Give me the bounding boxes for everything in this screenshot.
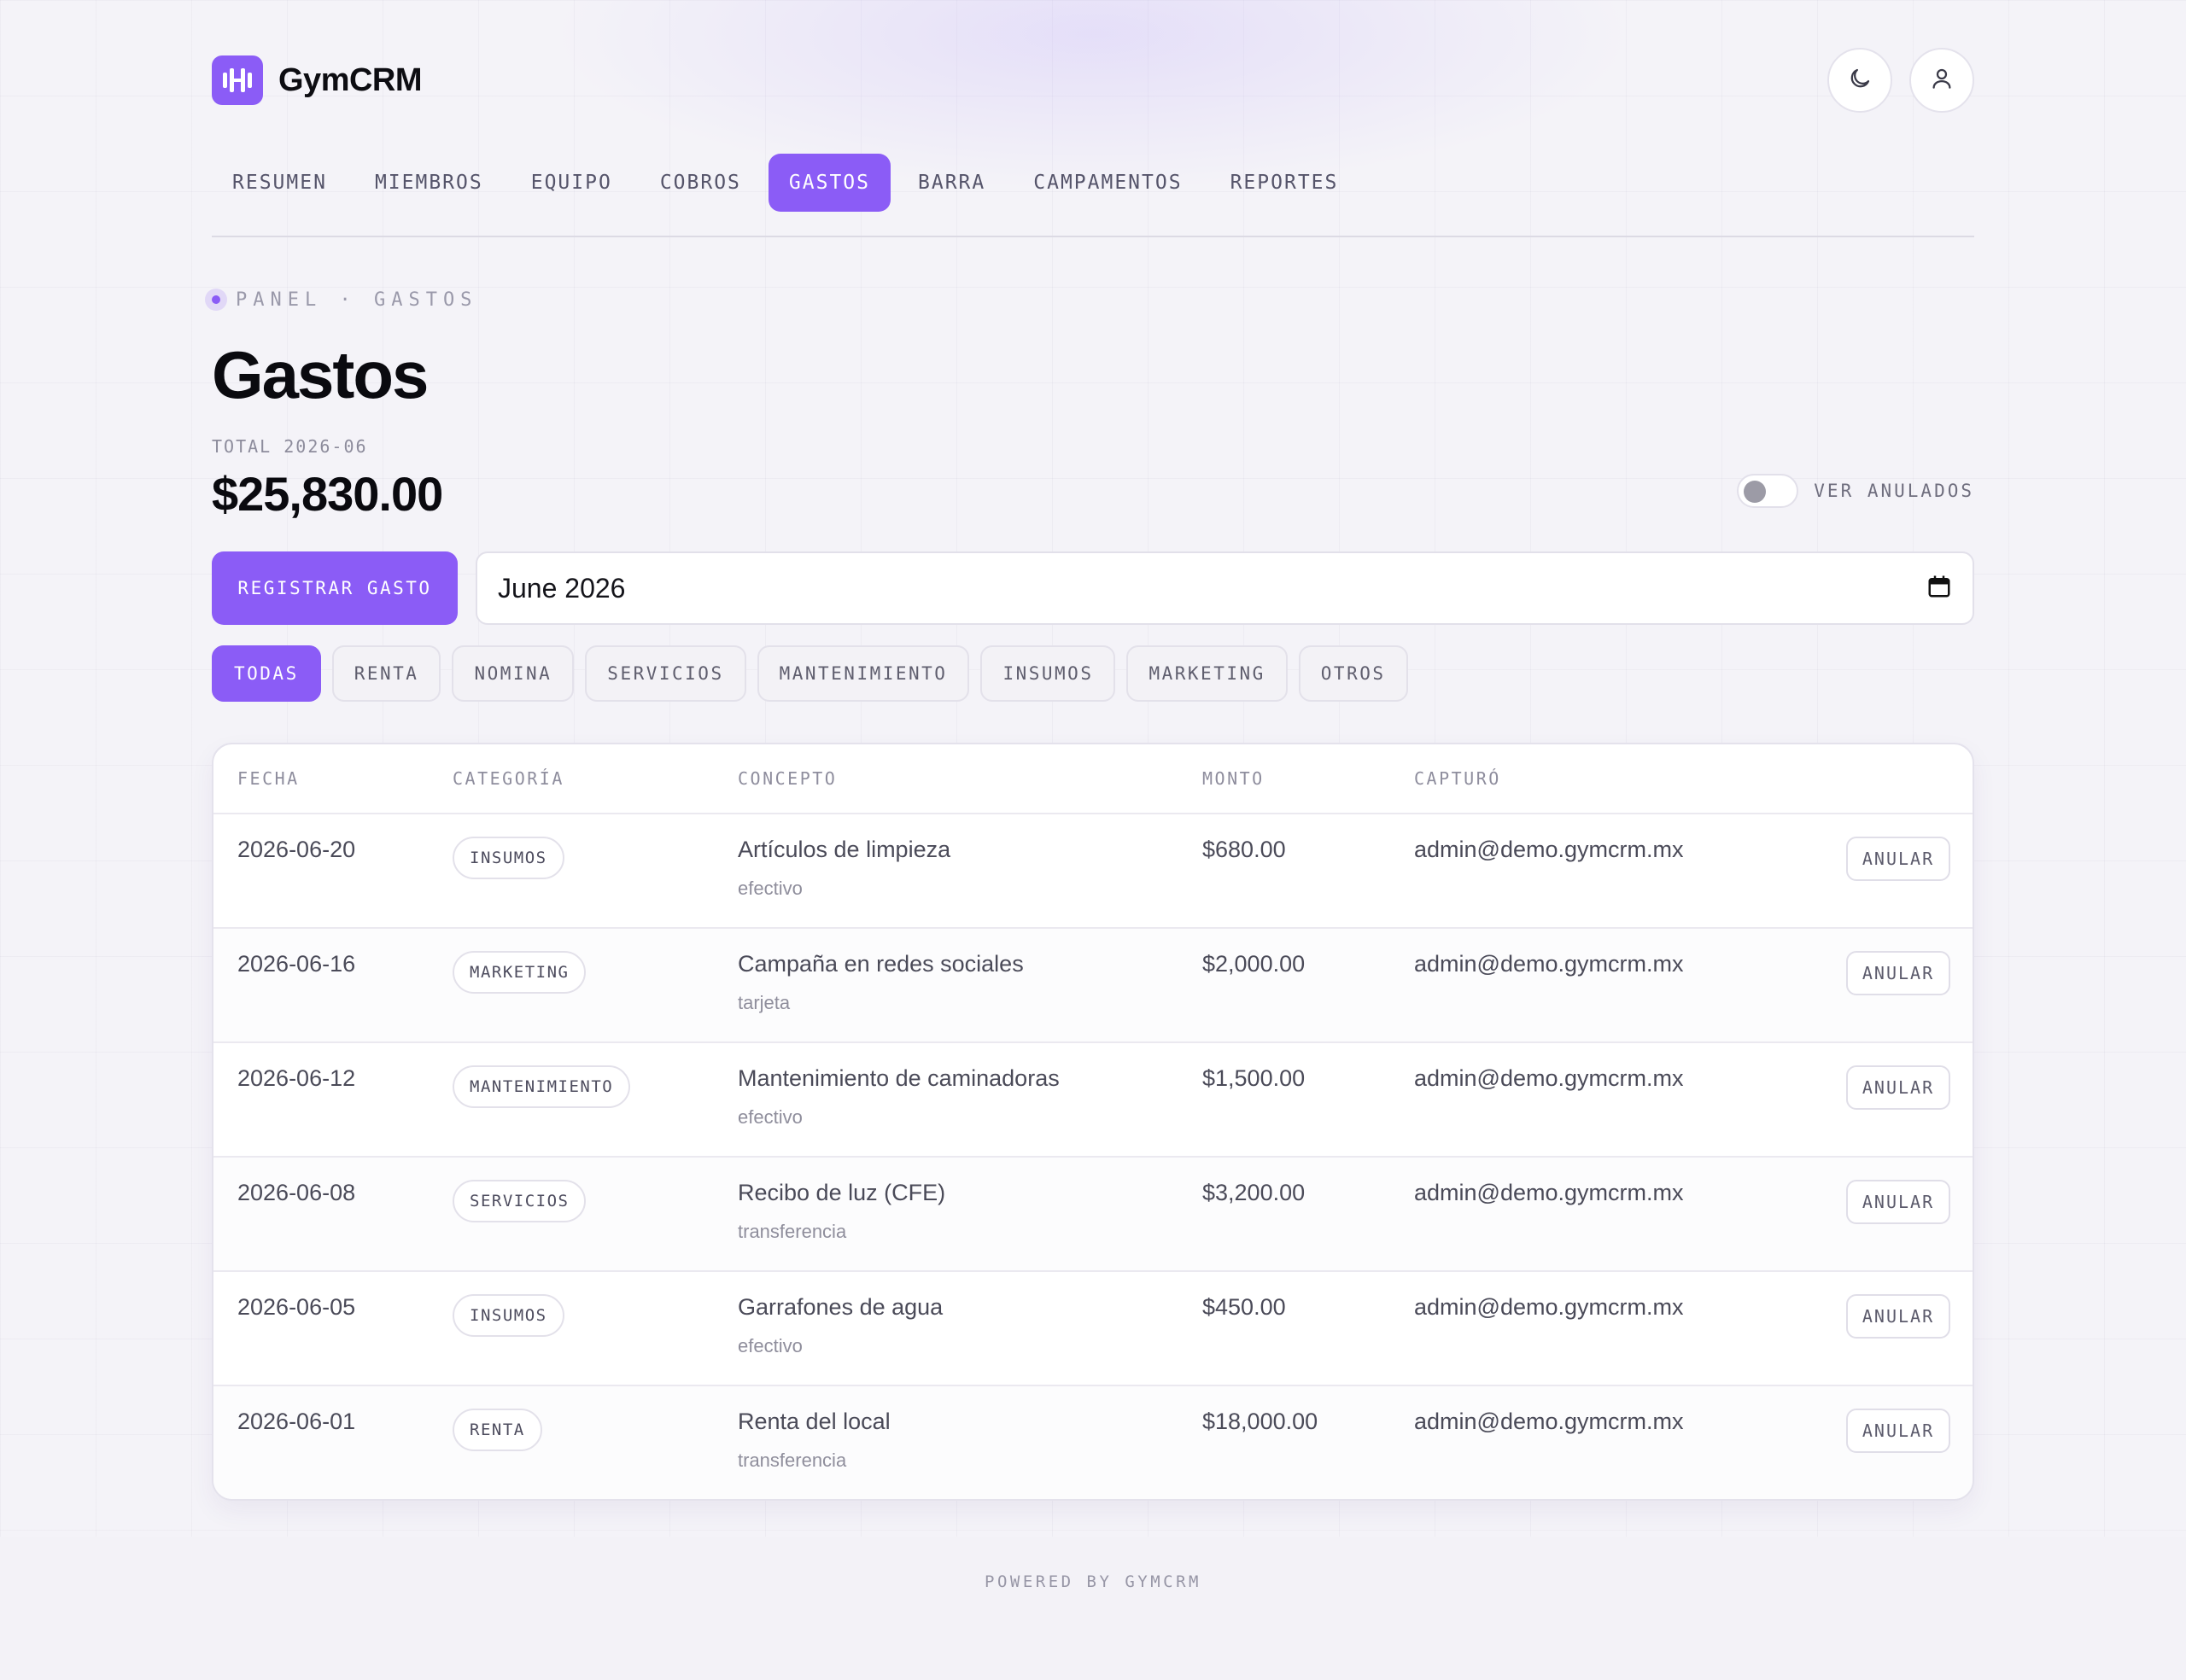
- user-icon: [1929, 66, 1955, 96]
- main-nav: RESUMEN MIEMBROS EQUIPO COBROS GASTOS BARRA CA…: [212, 154, 1359, 212]
- register-expense-button[interactable]: REGISTRAR GASTO: [212, 551, 458, 625]
- table-header: FECHA CATEGORÍA CONCEPTO MONTO CAPTURÓ: [213, 744, 1973, 814]
- row-date: 2026-06-01: [237, 1409, 356, 1434]
- nav-item-reportes[interactable]: REPORTES: [1210, 154, 1359, 212]
- void-button[interactable]: ANULAR: [1846, 837, 1950, 881]
- row-concept: Campaña en redes sociales: [738, 951, 1024, 977]
- row-category-badge: INSUMOS: [453, 837, 564, 879]
- row-captured-by: admin@demo.gymcrm.mx: [1414, 837, 1684, 862]
- void-button[interactable]: ANULAR: [1846, 951, 1950, 995]
- void-button[interactable]: ANULAR: [1846, 1294, 1950, 1339]
- row-payment-method: efectivo: [738, 1335, 803, 1356]
- filter-chip-mantenimiento[interactable]: MANTENIMIENTO: [757, 645, 970, 702]
- row-concept: Renta del local: [738, 1409, 891, 1434]
- total-value: $25,830.00: [212, 467, 443, 521]
- row-concept: Mantenimiento de caminadoras: [738, 1065, 1060, 1091]
- nav-item-equipo[interactable]: EQUIPO: [511, 154, 633, 212]
- row-category-badge: SERVICIOS: [453, 1180, 587, 1222]
- row-amount: $1,500.00: [1202, 1065, 1306, 1091]
- table-row: 2026-06-16 MARKETING Campaña en redes soci…: [213, 929, 1973, 1043]
- calendar-icon[interactable]: [1926, 574, 1952, 604]
- dumbbell-icon: [212, 55, 263, 105]
- month-input-value: June 2026: [498, 572, 626, 604]
- row-payment-method: transferencia: [738, 1450, 847, 1471]
- table-row: 2026-06-01 RENTA Renta del local transferen…: [213, 1386, 1973, 1499]
- row-date: 2026-06-16: [237, 951, 356, 977]
- row-captured-by: admin@demo.gymcrm.mx: [1414, 1180, 1684, 1205]
- breadcrumb: PANEL · GASTOS: [205, 289, 477, 311]
- row-payment-method: efectivo: [738, 878, 803, 899]
- row-amount: $2,000.00: [1202, 951, 1306, 977]
- row-date: 2026-06-20: [237, 837, 356, 862]
- nav-divider: [212, 236, 1974, 237]
- profile-button[interactable]: [1909, 48, 1974, 113]
- void-button[interactable]: ANULAR: [1846, 1409, 1950, 1453]
- row-captured-by: admin@demo.gymcrm.mx: [1414, 951, 1684, 977]
- filter-chip-insumos[interactable]: INSUMOS: [980, 645, 1116, 702]
- row-category-badge: INSUMOS: [453, 1294, 564, 1337]
- row-date: 2026-06-05: [237, 1294, 356, 1320]
- breadcrumb-text: PANEL · GASTOS: [236, 289, 478, 311]
- row-concept: Artículos de limpieza: [738, 837, 951, 862]
- filter-chip-marketing[interactable]: MARKETING: [1126, 645, 1288, 702]
- nav-item-barra[interactable]: BARRA: [897, 154, 1006, 212]
- filter-chip-nomina[interactable]: NOMINA: [452, 645, 575, 702]
- filter-chip-servicios[interactable]: SERVICIOS: [585, 645, 746, 702]
- void-button[interactable]: ANULAR: [1846, 1180, 1950, 1224]
- column-header-date: FECHA: [237, 768, 300, 789]
- row-date: 2026-06-12: [237, 1065, 356, 1091]
- footer-text: POWERED BY GYMCRM: [985, 1572, 1201, 1591]
- filter-chip-renta[interactable]: RENTA: [331, 645, 441, 702]
- show-voided-control: VER ANULADOS: [1737, 474, 1974, 508]
- row-amount: $450.00: [1202, 1294, 1286, 1320]
- row-category-badge: MANTENIMIENTO: [453, 1065, 631, 1108]
- breadcrumb-dot-icon: [205, 289, 227, 311]
- row-category-badge: RENTA: [453, 1409, 542, 1451]
- table-row: 2026-06-08 SERVICIOS Recibo de luz (CFE) tr…: [213, 1158, 1973, 1272]
- row-date: 2026-06-08: [237, 1180, 356, 1205]
- column-header-captured-by: CAPTURÓ: [1414, 768, 1501, 789]
- table-row: 2026-06-12 MANTENIMIENTO Mantenimiento de …: [213, 1043, 1973, 1158]
- page-title: Gastos: [212, 337, 429, 412]
- show-voided-toggle[interactable]: [1737, 474, 1799, 508]
- row-captured-by: admin@demo.gymcrm.mx: [1414, 1065, 1684, 1091]
- column-header-amount: MONTO: [1202, 768, 1265, 789]
- nav-item-campamentos[interactable]: CAMPAMENTOS: [1013, 154, 1202, 212]
- row-payment-method: tarjeta: [738, 992, 791, 1013]
- row-captured-by: admin@demo.gymcrm.mx: [1414, 1294, 1684, 1320]
- show-voided-label: VER ANULADOS: [1814, 481, 1974, 501]
- nav-item-miembros[interactable]: MIEMBROS: [354, 154, 504, 212]
- total-label: TOTAL 2026-06: [212, 436, 368, 457]
- brand-logo[interactable]: GymCRM: [212, 55, 423, 105]
- moon-icon: [1847, 66, 1873, 96]
- expenses-table: FECHA CATEGORÍA CONCEPTO MONTO CAPTURÓ 2…: [212, 743, 1974, 1501]
- filter-chip-todas[interactable]: TODAS: [212, 645, 321, 702]
- table-row: 2026-06-05 INSUMOS Garrafones de agua efect…: [213, 1272, 1973, 1386]
- row-captured-by: admin@demo.gymcrm.mx: [1414, 1409, 1684, 1434]
- category-filters: TODAS RENTA NOMINA SERVICIOS MANTENIMIENTO IN…: [212, 645, 1408, 702]
- column-header-category: CATEGORÍA: [453, 768, 564, 789]
- brand-name: GymCRM: [278, 61, 423, 98]
- void-button[interactable]: ANULAR: [1846, 1065, 1950, 1110]
- nav-item-cobros[interactable]: COBROS: [640, 154, 762, 212]
- row-amount: $680.00: [1202, 837, 1286, 862]
- row-concept: Recibo de luz (CFE): [738, 1180, 946, 1205]
- row-category-badge: MARKETING: [453, 951, 587, 994]
- row-payment-method: efectivo: [738, 1106, 803, 1128]
- row-concept: Garrafones de agua: [738, 1294, 944, 1320]
- page-container: GymCRM RESUMEN MIEMBROS EQUIPO COBROS GASTOS…: [205, 0, 1974, 1680]
- row-payment-method: transferencia: [738, 1221, 847, 1242]
- row-amount: $3,200.00: [1202, 1180, 1306, 1205]
- filter-chip-otros[interactable]: OTROS: [1298, 645, 1408, 702]
- table-row: 2026-06-20 INSUMOS Artículos de limpieza ef…: [213, 814, 1973, 929]
- column-header-concept: CONCEPTO: [738, 768, 838, 789]
- nav-item-gastos[interactable]: GASTOS: [768, 154, 891, 212]
- table-body: 2026-06-20 INSUMOS Artículos de limpieza ef…: [213, 814, 1973, 1499]
- month-input[interactable]: June 2026: [476, 551, 1974, 625]
- row-amount: $18,000.00: [1202, 1409, 1318, 1434]
- toggle-knob: [1744, 481, 1767, 503]
- theme-toggle-button[interactable]: [1827, 48, 1892, 113]
- nav-item-resumen[interactable]: RESUMEN: [212, 154, 348, 212]
